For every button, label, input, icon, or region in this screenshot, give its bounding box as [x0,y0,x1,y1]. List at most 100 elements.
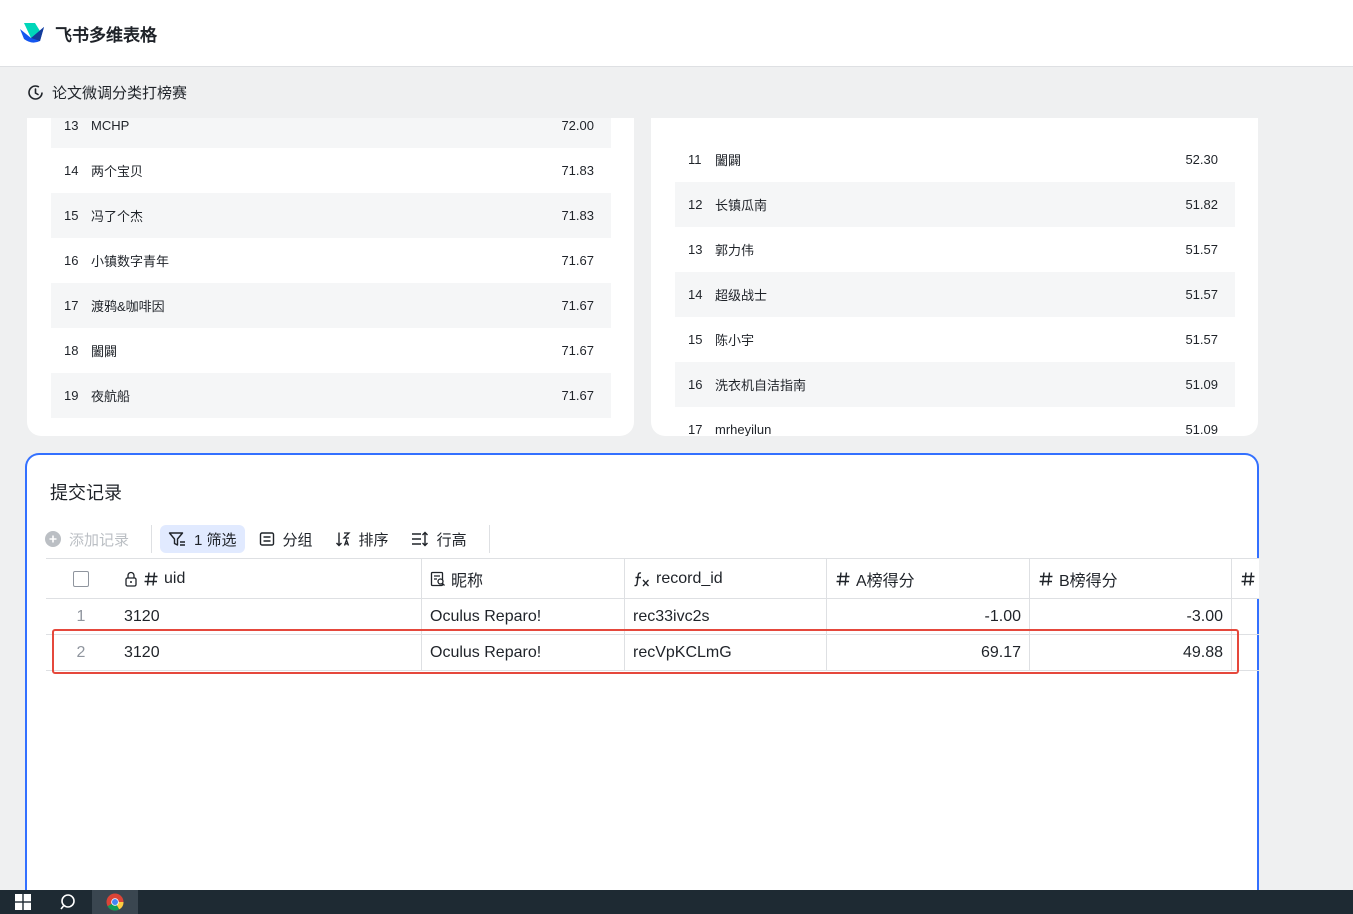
player-name: 闔闢 [91,344,118,359]
column-header-label: uid [164,569,186,587]
score: 51.57 [1185,287,1218,302]
leaderboard-row: 14 两个宝贝 71.83 [51,148,611,193]
score: 51.82 [1185,197,1218,212]
refresh-timer-icon[interactable] [27,84,44,101]
leaderboard-row: 16 小镇数字青年 71.67 [51,238,611,283]
app-title: 飞书多维表格 [55,25,157,45]
leaderboard-row: 12 长镇瓜南 51.82 [675,182,1235,227]
sort-label: 排序 [358,531,389,549]
player-name: MCHP [91,118,130,133]
rank: 11 [688,152,702,167]
search-button[interactable] [46,890,92,914]
leaderboard-a-card[interactable]: 13 MCHP 72.00 14 两个宝贝 71.83 15 冯了个杰 71.83 16 小镇… [27,118,634,436]
player-name: 小镇数字青年 [91,254,170,269]
rank: 13 [64,118,79,133]
column-header-b-score[interactable]: B榜得分 [1030,559,1232,598]
chrome-icon [106,893,124,911]
leaderboard-row: 11 闔闢 52.30 [675,137,1235,182]
sort-icon [335,532,351,547]
rank: 16 [688,377,703,392]
select-all-checkbox[interactable] [73,570,89,587]
windows-icon [15,894,31,910]
filter-button[interactable]: 1 筛选 [160,525,245,553]
row-highlight-box [52,629,1239,674]
score: 71.67 [561,343,594,358]
player-name: 超级战士 [715,288,768,303]
player-name: 夜航船 [91,389,131,404]
rank: 16 [64,253,79,268]
os-taskbar [0,890,1353,914]
lock-icon [125,571,137,587]
column-header-record-id[interactable]: record_id [625,559,827,598]
leaderboard-a-list[interactable]: 13 MCHP 72.00 14 两个宝贝 71.83 15 冯了个杰 71.83 16 小镇… [51,118,611,418]
row-height-label: 行高 [436,531,467,549]
score: 71.67 [561,253,594,268]
add-record-label: 添加记录 [69,531,130,549]
select-all-cell[interactable] [46,559,116,598]
rank: 17 [64,298,79,313]
text-lookup-icon [430,571,445,586]
leaderboard-row: 13 郭力伟 51.57 [675,227,1235,272]
player-name: 两个宝贝 [91,164,144,179]
rank: 17 [688,422,703,436]
submissions-panel[interactable]: 提交记录 添加记录 1 筛选 分组 排序 行高 uid 昵称 record_id… [25,453,1259,914]
filter-label: 1 筛选 [194,531,237,549]
row-height-icon [411,531,428,547]
player-name: 渡鸦&咖啡因 [91,299,165,314]
leaderboard-b-card[interactable]: 11 闔闢 52.30 12 长镇瓜南 51.82 13 郭力伟 51.57 14 超级战士 5… [651,118,1258,436]
score: 51.09 [1185,377,1218,392]
chrome-taskbar-button[interactable] [92,890,138,914]
leaderboard-row: 17 mrheyilun 51.09 [675,407,1235,436]
score: 52.30 [1185,152,1218,167]
player-name: 洗衣机自洁指南 [715,378,807,393]
rank: 12 [688,197,703,212]
group-button[interactable]: 分组 [251,525,321,553]
number-field-icon [1039,571,1053,586]
player-name: mrheyilun [715,422,772,436]
column-header-label: record_id [656,569,723,587]
filter-icon [168,532,186,546]
score: 71.67 [561,388,594,403]
leaderboard-row: 15 冯了个杰 71.83 [51,193,611,238]
leaderboard-row: 19 夜航船 71.67 [51,373,611,418]
sort-button[interactable]: 排序 [327,525,397,553]
submissions-title: 提交记录 [50,483,122,503]
column-header-next[interactable] [1232,559,1259,598]
player-name: 闔闢 [715,153,742,168]
leaderboard-row: 17 渡鸦&咖啡因 71.67 [51,283,611,328]
number-field-icon [836,571,850,586]
score: 71.67 [561,298,594,313]
leaderboard-row: 14 超级战士 51.57 [675,272,1235,317]
number-field-icon [144,571,158,586]
column-header-label: 昵称 [451,572,484,590]
top-bar: 飞书多维表格 [0,0,1353,67]
score: 51.57 [1185,242,1218,257]
column-header-uid[interactable]: uid [116,559,422,598]
toolbar-divider [151,525,153,553]
leaderboard-row: 15 陈小宇 51.57 [675,317,1235,362]
search-icon [60,894,75,910]
add-record-button[interactable]: 添加记录 [37,525,137,553]
plus-circle-icon [45,531,61,547]
score: 72.00 [561,118,594,133]
score: 71.83 [561,208,594,223]
table-toolbar: 添加记录 1 筛选 分组 排序 行高 [37,523,498,555]
player-name: 长镇瓜南 [715,198,768,213]
row-height-button[interactable]: 行高 [403,525,475,553]
player-name: 郭力伟 [715,243,755,258]
formula-icon [634,571,649,586]
leaderboard-b-list[interactable]: 11 闔闢 52.30 12 长镇瓜南 51.82 13 郭力伟 51.57 14 超级战士 5… [675,137,1235,436]
column-header-a-score[interactable]: A榜得分 [827,559,1030,598]
rank: 18 [64,343,79,358]
leaderboard-row: 18 闔闢 71.67 [51,328,611,373]
rank: 14 [64,163,79,178]
column-header-nickname[interactable]: 昵称 [422,559,625,598]
rank: 15 [64,208,79,223]
column-header-label: A榜得分 [856,572,915,590]
rank: 15 [688,332,703,347]
leaderboard-row: 16 洗衣机自洁指南 51.09 [675,362,1235,407]
group-label: 分组 [282,531,313,549]
start-button[interactable] [0,890,46,914]
score: 51.09 [1185,422,1218,436]
rank: 19 [64,388,79,403]
